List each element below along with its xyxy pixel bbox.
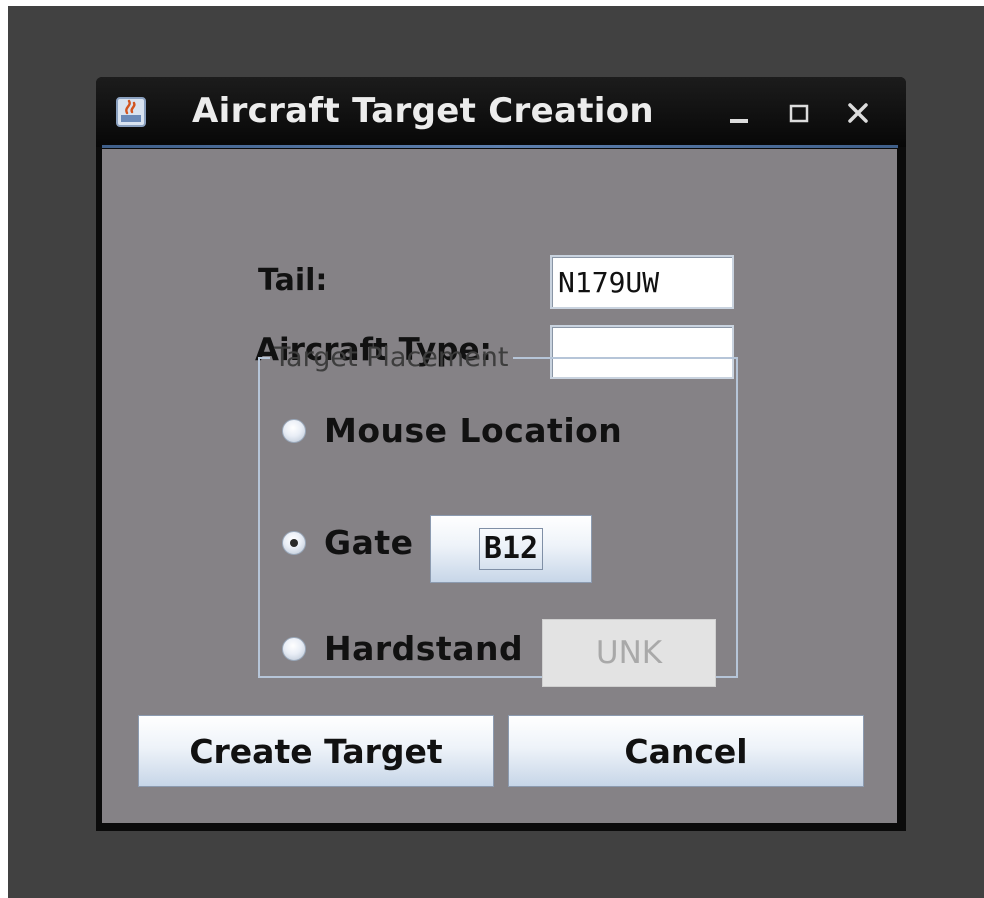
maximize-button[interactable] bbox=[786, 99, 814, 127]
radio-gate[interactable]: Gate bbox=[282, 523, 414, 562]
java-app-icon bbox=[116, 97, 146, 127]
title-accent-line bbox=[102, 145, 898, 148]
radio-button-gate[interactable] bbox=[282, 530, 306, 555]
window-title: Aircraft Target Creation bbox=[192, 91, 654, 131]
radio-hardstand[interactable]: Hardstand bbox=[282, 629, 523, 668]
gate-select-button[interactable]: B12 bbox=[430, 515, 592, 583]
minimize-button[interactable] bbox=[726, 99, 754, 127]
mouse-location-label: Mouse Location bbox=[324, 411, 623, 450]
close-icon bbox=[848, 103, 868, 123]
gate-label: Gate bbox=[324, 523, 414, 562]
dialog-window: Aircraft Target Creation Tail: Aircraft … bbox=[96, 77, 906, 831]
maximize-icon bbox=[789, 104, 809, 123]
create-target-label: Create Target bbox=[189, 731, 443, 771]
hardstand-label: Hardstand bbox=[324, 629, 524, 668]
close-button[interactable] bbox=[844, 99, 872, 127]
radio-button-mouse-location[interactable] bbox=[282, 418, 306, 443]
gate-value: B12 bbox=[478, 528, 544, 570]
cancel-label: Cancel bbox=[624, 731, 748, 771]
radio-mouse-location[interactable]: Mouse Location bbox=[282, 411, 622, 450]
target-placement-group: Target Placement Mouse Location Gate B12… bbox=[258, 342, 738, 687]
radio-button-hardstand[interactable] bbox=[282, 636, 306, 661]
hardstand-value: UNK bbox=[595, 635, 663, 671]
target-placement-legend: Target Placement bbox=[274, 342, 509, 373]
hardstand-select-button: UNK bbox=[542, 619, 716, 687]
title-bar[interactable]: Aircraft Target Creation bbox=[96, 77, 906, 147]
minimize-icon bbox=[730, 119, 748, 123]
tail-label: Tail: bbox=[258, 263, 328, 298]
cancel-button[interactable]: Cancel bbox=[508, 715, 864, 787]
create-target-button[interactable]: Create Target bbox=[138, 715, 494, 787]
dialog-content: Tail: Aircraft Type: Target Placement Mo… bbox=[102, 149, 897, 823]
tail-input[interactable] bbox=[550, 255, 734, 309]
